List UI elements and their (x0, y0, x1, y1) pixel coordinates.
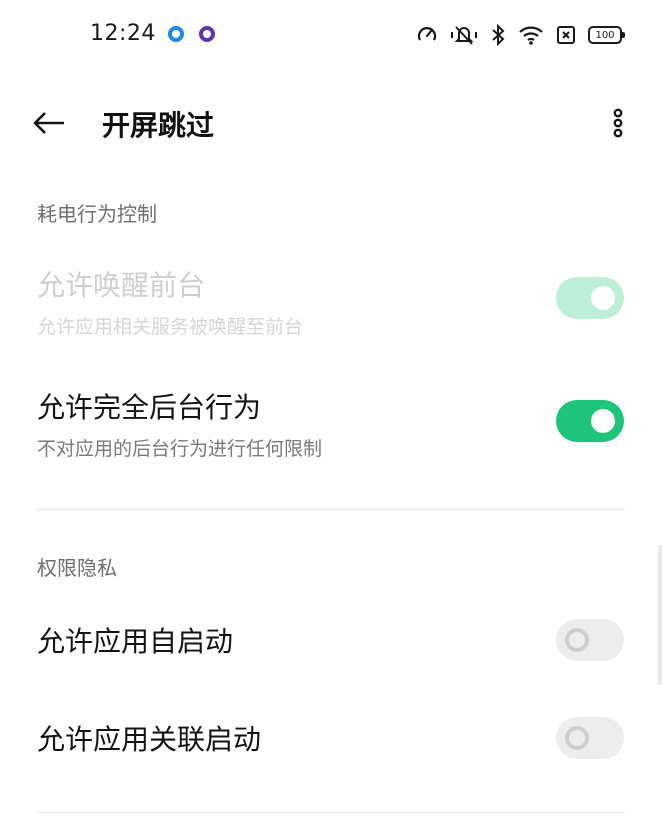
setting-row-allow-associated-start[interactable]: 允许应用关联启动 (0, 710, 662, 770)
back-arrow-icon (33, 112, 64, 134)
app-notification-icon-2 (199, 26, 215, 42)
setting-title: 允许应用自启动 (37, 625, 234, 658)
toggle-allow-associated-start[interactable] (556, 717, 624, 759)
sim-off-icon (556, 24, 576, 46)
setting-title: 允许完全后台行为 (37, 391, 262, 424)
sync-speed-icon (416, 24, 438, 46)
page-title: 开屏跳过 (102, 109, 215, 142)
section-header-power: 耗电行为控制 (37, 202, 157, 226)
app-bar: 开屏跳过 (0, 90, 662, 156)
mute-vibrate-icon (450, 24, 478, 46)
screen: 12:24 100 开屏跳过 耗电行为控制 允许唤醒前台 允许应用相关服务被唤醒… (0, 0, 662, 816)
toggle-allow-full-background[interactable] (556, 400, 624, 442)
setting-subtitle: 不对应用的后台行为进行任何限制 (37, 438, 323, 460)
setting-row-allow-wake-foreground[interactable]: 允许唤醒前台 允许应用相关服务被唤醒至前台 (0, 258, 662, 348)
more-options-button[interactable] (604, 104, 632, 142)
back-button[interactable] (30, 104, 68, 142)
edge-panel-handle[interactable] (658, 545, 662, 685)
toggle-knob (565, 726, 589, 750)
toggle-knob (591, 409, 615, 433)
app-notification-icon (168, 26, 184, 42)
status-bar: 12:24 100 (0, 0, 662, 70)
more-vertical-icon (613, 108, 623, 138)
toggle-knob (591, 286, 615, 310)
divider (37, 812, 625, 813)
toggle-knob (565, 628, 589, 652)
toggle-allow-auto-start[interactable] (556, 619, 624, 661)
wifi-icon (518, 24, 544, 46)
status-icons: 100 (416, 22, 625, 48)
setting-row-allow-auto-start[interactable]: 允许应用自启动 (0, 612, 662, 672)
status-time: 12:24 (90, 21, 156, 46)
divider (37, 509, 625, 510)
bluetooth-icon (490, 24, 506, 46)
battery-icon: 100 (588, 26, 625, 44)
setting-title: 允许应用关联启动 (37, 723, 262, 756)
section-header-privacy: 权限隐私 (37, 556, 117, 580)
setting-row-allow-full-background[interactable]: 允许完全后台行为 不对应用的后台行为进行任何限制 (0, 380, 662, 470)
setting-title: 允许唤醒前台 (37, 269, 206, 302)
setting-subtitle: 允许应用相关服务被唤醒至前台 (37, 316, 304, 338)
toggle-allow-wake-foreground[interactable] (556, 277, 624, 319)
